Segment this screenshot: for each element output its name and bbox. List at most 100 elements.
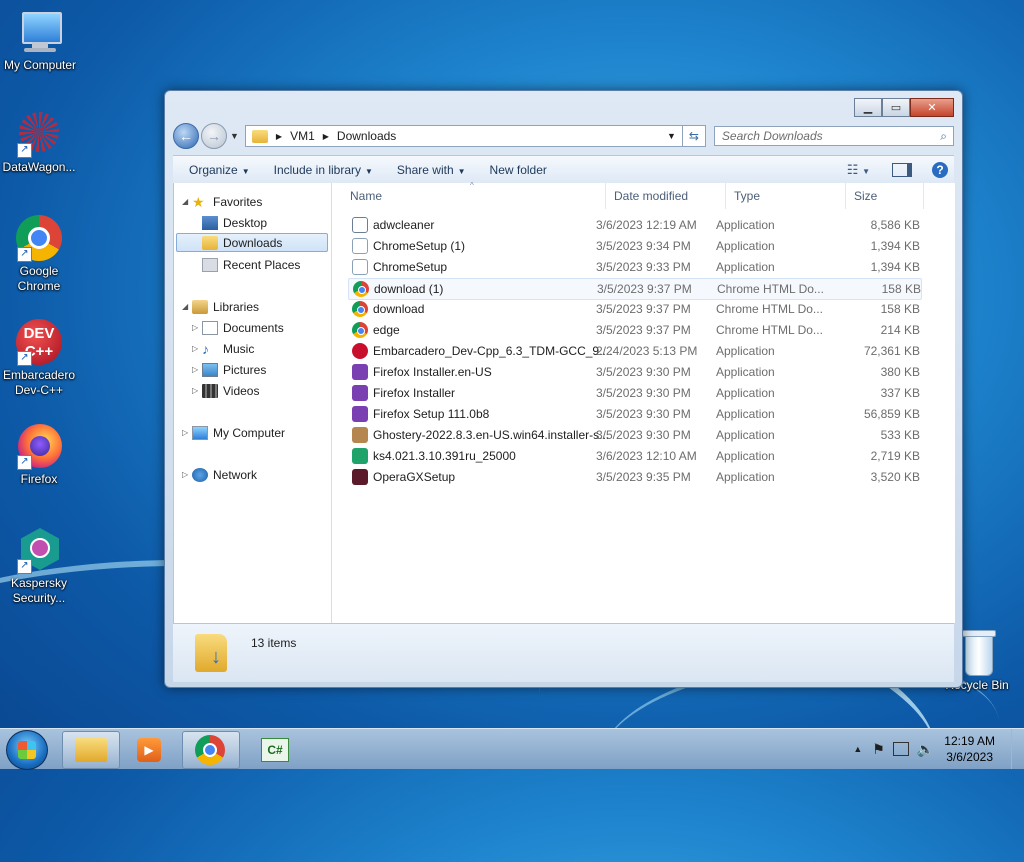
- include-in-library-label: Include in library: [273, 163, 361, 177]
- column-header-size[interactable]: Size: [846, 183, 924, 209]
- share-with-button[interactable]: Share with ▼: [389, 163, 474, 177]
- file-row[interactable]: adwcleaner 3/6/2023 12:19 AM Application 8,…: [348, 215, 920, 235]
- column-header-date[interactable]: Date modified: [606, 183, 726, 209]
- search-input[interactable]: Search Downloads ⌕: [713, 126, 954, 146]
- nav-recent-places-label: Recent Places: [223, 257, 301, 272]
- refresh-icon: ⇆: [688, 129, 699, 143]
- taskbar-media-player-button[interactable]: ▶: [122, 731, 180, 769]
- file-type: Application: [716, 386, 775, 400]
- file-date: 3/5/2023 9:33 PM: [596, 260, 691, 274]
- file-date: 3/6/2023 12:10 AM: [596, 449, 697, 463]
- back-button[interactable]: ←: [173, 123, 199, 149]
- minimize-button[interactable]: ▁: [854, 98, 882, 117]
- explorer-window: ▁ ▭ ✕ ← → ▼ ▶ VM1 ▶ Downloads ▼ ⇆ Search…: [164, 90, 963, 688]
- libraries-icon: [192, 299, 208, 314]
- maximize-button[interactable]: ▭: [882, 98, 910, 117]
- file-row[interactable]: Firefox Installer.en-US 3/5/2023 9:30 PM A…: [348, 362, 920, 382]
- expand-arrow-icon[interactable]: ▷: [192, 386, 202, 395]
- organize-button[interactable]: Organize ▼: [181, 163, 258, 177]
- file-date: 3/6/2023 12:19 AM: [596, 218, 697, 232]
- nav-videos[interactable]: ▷ Videos: [192, 381, 259, 400]
- nav-desktop[interactable]: Desktop: [202, 213, 267, 232]
- file-date: 3/5/2023 9:37 PM: [596, 302, 691, 316]
- file-row[interactable]: ks4.021.3.10.391ru_25000 3/6/2023 12:10 A…: [348, 446, 920, 466]
- action-center-flag-icon[interactable]: ⚑: [872, 741, 885, 758]
- new-folder-button[interactable]: New folder: [482, 163, 555, 177]
- file-row[interactable]: Firefox Setup 111.0b8 3/5/2023 9:30 PM App…: [348, 404, 920, 424]
- show-hidden-icons-button[interactable]: ▲: [853, 744, 862, 754]
- expand-arrow-icon[interactable]: ▷: [182, 470, 192, 479]
- desktop-icon-kaspersky[interactable]: ↗ Kaspersky Security...: [0, 526, 79, 606]
- include-in-library-button[interactable]: Include in library ▼: [266, 163, 381, 177]
- nav-downloads[interactable]: Downloads: [176, 233, 328, 252]
- breadcrumb-downloads[interactable]: Downloads: [337, 129, 396, 143]
- collapse-arrow-icon[interactable]: ◢: [182, 197, 192, 206]
- help-button[interactable]: ?: [932, 162, 948, 178]
- nav-libraries[interactable]: ◢ Libraries: [182, 297, 259, 316]
- change-view-button[interactable]: ☷ ▼: [847, 162, 870, 178]
- desktop-icon-my-computer[interactable]: My Computer: [0, 8, 80, 73]
- collapse-arrow-icon[interactable]: ◢: [182, 302, 192, 311]
- show-desktop-button[interactable]: [1011, 729, 1024, 769]
- file-row[interactable]: ChromeSetup 3/5/2023 9:33 PM Application 1,…: [348, 257, 920, 277]
- network-tray-icon[interactable]: [892, 742, 909, 756]
- taskbar-csharp-button[interactable]: C#: [246, 731, 304, 769]
- expand-arrow-icon[interactable]: ▷: [192, 365, 202, 374]
- column-header-name[interactable]: Name: [342, 183, 606, 209]
- file-row[interactable]: OperaGXSetup 3/5/2023 9:35 PM Application 3…: [348, 467, 920, 487]
- recent-pages-dropdown[interactable]: ▼: [230, 131, 239, 141]
- nav-recent-places[interactable]: Recent Places: [202, 255, 300, 274]
- preview-pane-button[interactable]: [892, 163, 912, 177]
- file-list: ^ Name Date modified Type Size adwcleane…: [332, 181, 955, 623]
- media-player-icon: ▶: [137, 738, 161, 762]
- desktop-icon-datawagon[interactable]: ↗ DataWagon...: [0, 110, 79, 175]
- file-type: Chrome HTML Do...: [717, 282, 824, 296]
- nav-network[interactable]: ▷ Network: [182, 465, 257, 484]
- chrome-icon: [352, 301, 368, 317]
- breadcrumb-vm1[interactable]: VM1: [290, 129, 315, 143]
- file-size: 72,361 KB: [863, 344, 920, 358]
- nav-music[interactable]: ▷ ♪ Music: [192, 339, 254, 358]
- address-dropdown-icon[interactable]: ▼: [667, 131, 676, 141]
- command-bar: Organize ▼ Include in library ▼ Share with…: [173, 155, 954, 185]
- file-row[interactable]: download 3/5/2023 9:37 PM Chrome HTML Do..…: [348, 299, 920, 319]
- folder-icon: [251, 129, 268, 143]
- desktop-icon-label: Firefox: [20, 472, 58, 486]
- file-row[interactable]: Firefox Installer 3/5/2023 9:30 PM Applica…: [348, 383, 920, 403]
- close-button[interactable]: ✕: [910, 98, 954, 117]
- close-icon: ✕: [927, 102, 937, 114]
- desktop-icon-firefox[interactable]: ↗ Firefox: [0, 422, 79, 487]
- file-row[interactable]: Ghostery-2022.8.3.en-US.win64.installer-…: [348, 425, 920, 445]
- address-bar[interactable]: ▶ VM1 ▶ Downloads ▼: [244, 125, 683, 147]
- shortcut-arrow-icon: ↗: [17, 351, 32, 366]
- nav-documents[interactable]: ▷ Documents: [192, 318, 284, 337]
- taskbar-clock[interactable]: 12:19 AM 3/6/2023: [944, 733, 995, 765]
- taskbar-chrome-button[interactable]: [182, 731, 240, 769]
- start-button[interactable]: [6, 730, 48, 770]
- file-row[interactable]: edge 3/5/2023 9:37 PM Chrome HTML Do... 214…: [348, 320, 920, 340]
- expand-arrow-icon[interactable]: ▷: [192, 323, 202, 332]
- nav-music-label: Music: [223, 341, 255, 356]
- column-header-type[interactable]: Type: [726, 183, 846, 209]
- desktop-icon-chrome[interactable]: ↗ Google Chrome: [0, 214, 79, 294]
- refresh-button[interactable]: ⇆: [682, 125, 706, 147]
- forward-button[interactable]: →: [201, 123, 227, 149]
- expand-arrow-icon[interactable]: ▷: [192, 344, 202, 353]
- desktop-icon-label: Embarcadero Dev-C++: [2, 368, 76, 397]
- volume-icon[interactable]: 🔈: [917, 741, 934, 758]
- taskbar-explorer-button[interactable]: [62, 731, 120, 769]
- file-date: 3/5/2023 9:34 PM: [596, 239, 691, 253]
- csharp-icon: C#: [261, 738, 289, 762]
- file-type: Chrome HTML Do...: [716, 323, 823, 337]
- nav-favorites[interactable]: ◢ ★ Favorites: [182, 192, 262, 211]
- nav-my-computer[interactable]: ▷ My Computer: [182, 423, 285, 442]
- desktop-icon-devcpp[interactable]: DEV C++ ↗ Embarcadero Dev-C++: [0, 318, 79, 398]
- file-row[interactable]: download (1) 3/5/2023 9:37 PM Chrome HTML …: [348, 278, 922, 300]
- nav-documents-label: Documents: [223, 320, 284, 335]
- details-pane: ↓ 13 items: [173, 623, 954, 682]
- expand-arrow-icon[interactable]: ▷: [182, 428, 192, 437]
- nav-pictures[interactable]: ▷ Pictures: [192, 360, 266, 379]
- file-row[interactable]: ChromeSetup (1) 3/5/2023 9:34 PM Applicati…: [348, 236, 920, 256]
- file-row[interactable]: Embarcadero_Dev-Cpp_6.3_TDM-GCC_9.... 2/2…: [348, 341, 920, 361]
- file-name: Ghostery-2022.8.3.en-US.win64.installer-…: [373, 428, 610, 442]
